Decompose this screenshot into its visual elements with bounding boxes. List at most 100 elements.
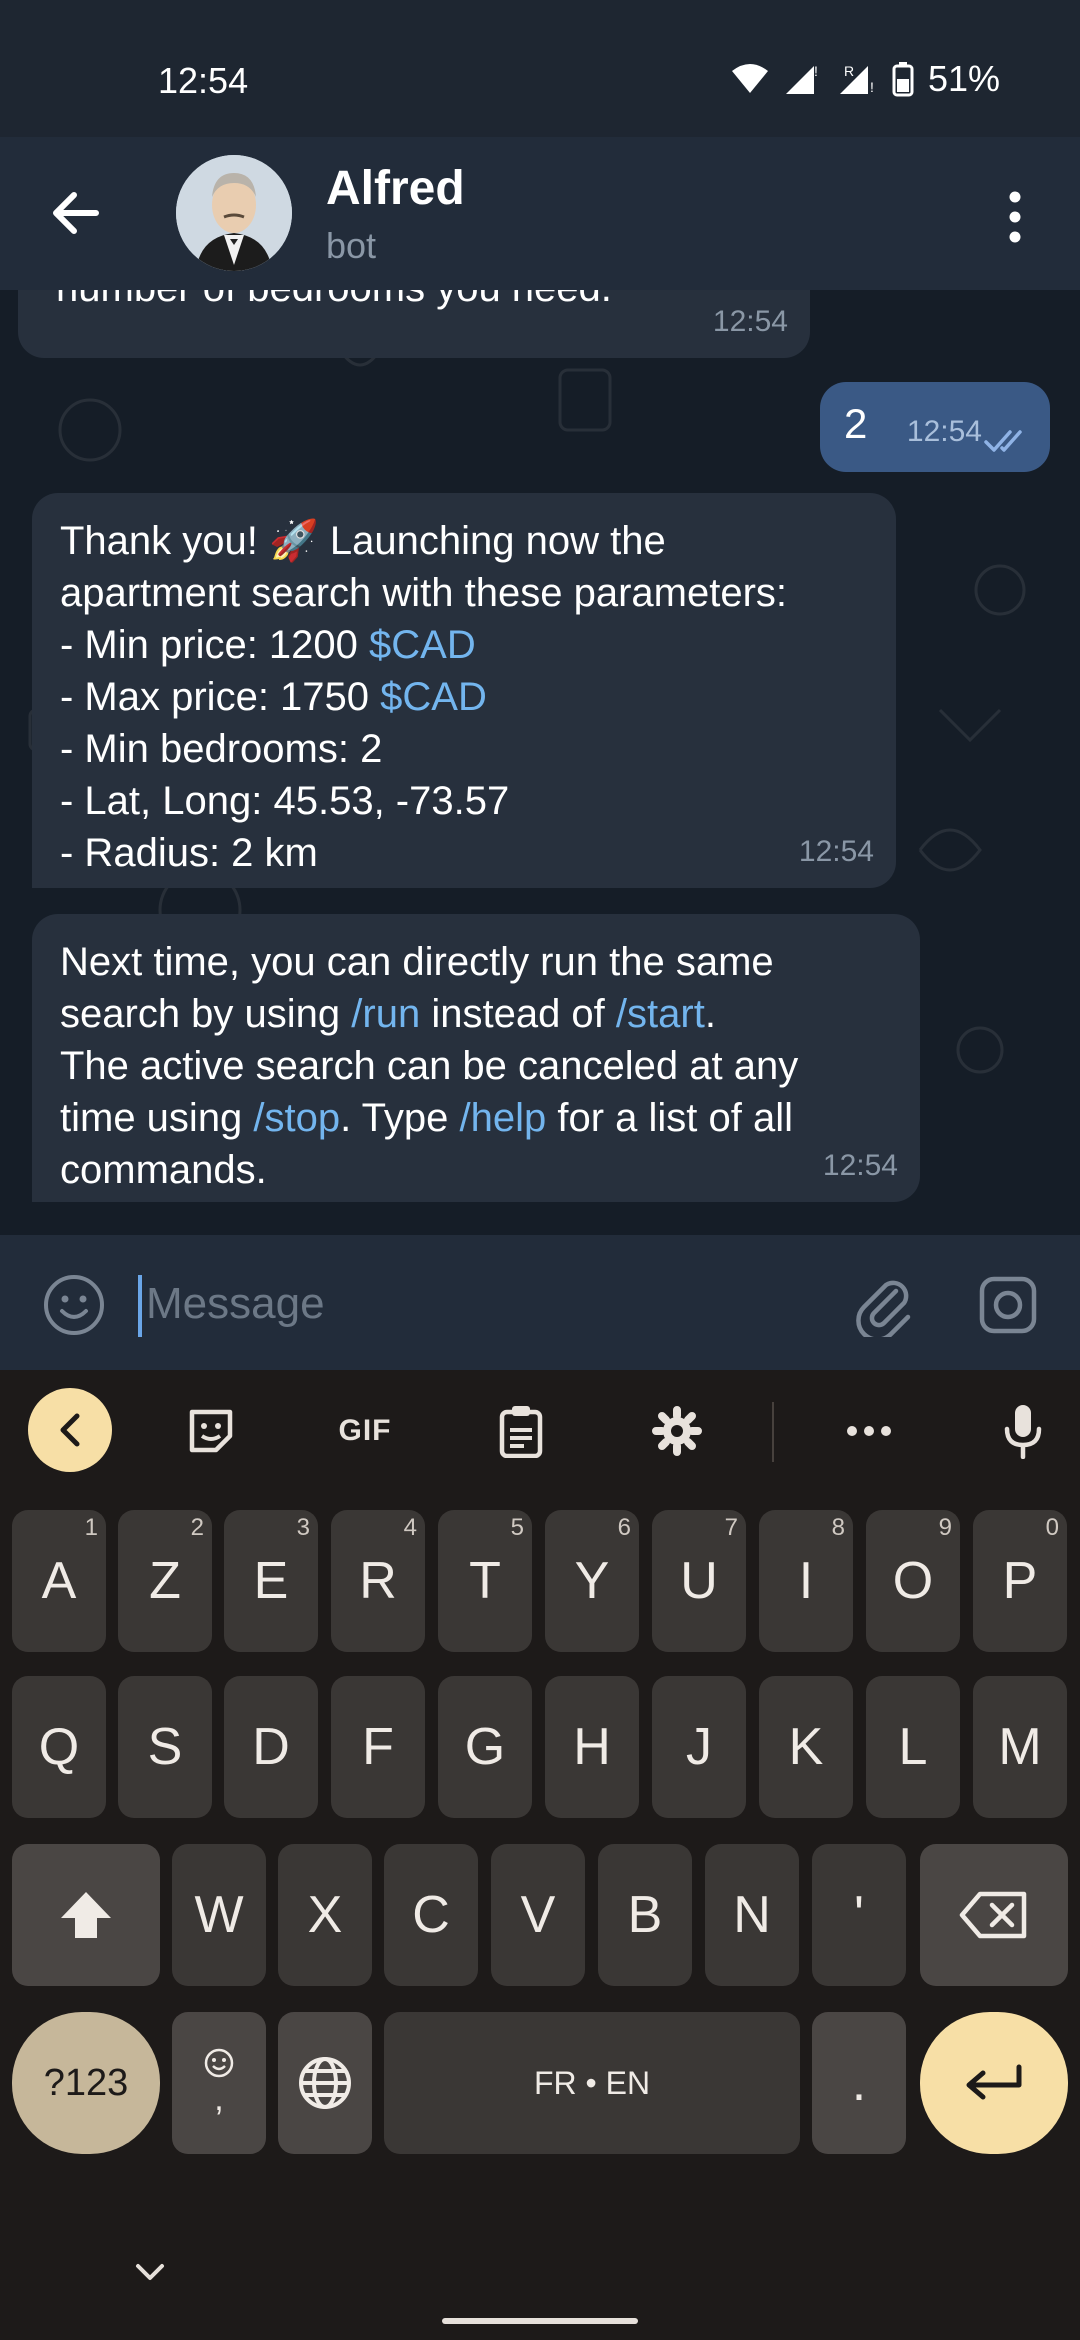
more-vert-icon[interactable] — [990, 187, 1040, 247]
message-line: - Radius: 2 km — [60, 831, 318, 875]
avatar[interactable] — [176, 155, 292, 271]
message-line: - Lat, Long: 45.53, -73.57 — [60, 779, 510, 823]
battery-icon — [892, 62, 914, 97]
key-b[interactable]: B — [598, 1844, 692, 1986]
message-time: 12:54 — [822, 1149, 898, 1182]
message-list[interactable]: number of bedrooms you need. 12:54 2 12:… — [0, 290, 1080, 1235]
message-time: 12:54 — [712, 305, 788, 338]
text-caret — [138, 1275, 142, 1337]
symbols-key[interactable]: ?123 — [12, 2012, 160, 2154]
message-text: number of bedrooms you need. — [56, 290, 612, 314]
message-incoming[interactable]: Next time, you can directly run the same… — [32, 914, 920, 1202]
currency-link[interactable]: $CAD — [380, 675, 487, 719]
key-t[interactable]: T5 — [438, 1510, 532, 1652]
key-f[interactable]: F — [331, 1676, 425, 1818]
key-hint: 4 — [403, 1514, 417, 1541]
key-z[interactable]: Z2 — [118, 1510, 212, 1652]
key-j[interactable]: J — [652, 1676, 746, 1818]
voice-input-button[interactable] — [988, 1398, 1058, 1464]
message-line-text: instead of — [420, 992, 616, 1036]
more-horiz-icon — [847, 1426, 891, 1436]
key-h[interactable]: H — [545, 1676, 639, 1818]
key-q[interactable]: Q — [12, 1676, 106, 1818]
emoji-comma-key[interactable]: , — [172, 2012, 266, 2154]
command-start-link[interactable]: /start — [616, 992, 705, 1036]
key-x[interactable]: X — [278, 1844, 372, 1986]
message-text: 2 — [844, 400, 868, 447]
message-outgoing[interactable]: 2 12:54 — [820, 382, 1050, 472]
key-y[interactable]: Y6 — [545, 1510, 639, 1652]
key-r[interactable]: R4 — [331, 1510, 425, 1652]
chat-header: Alfred bot — [0, 137, 1080, 290]
command-help-link[interactable]: /help — [459, 1096, 546, 1140]
clipboard-button[interactable] — [486, 1398, 556, 1464]
key-o[interactable]: O9 — [866, 1510, 960, 1652]
key-n[interactable]: N — [705, 1844, 799, 1986]
key-d[interactable]: D — [224, 1676, 318, 1818]
key-k[interactable]: K — [759, 1676, 853, 1818]
soft-keyboard: GIF A1 Z2 E3 R4 T5 Y6 U7 I8 O9 P0 Q S D … — [0, 1370, 1080, 2340]
back-arrow-icon[interactable] — [46, 183, 106, 243]
message-input[interactable]: Message — [146, 1279, 325, 1329]
period-key[interactable]: . — [812, 2012, 906, 2154]
telegram-chat-screen: 12:54 ! R! 51% Alfred bot 12:54 2 12:54 … — [0, 0, 1080, 2340]
shift-key[interactable] — [12, 1844, 160, 1986]
key-hint: 3 — [296, 1514, 310, 1541]
key-p[interactable]: P0 — [973, 1510, 1067, 1652]
globe-icon — [299, 2057, 351, 2109]
message-line: apartment search with these parameters: — [60, 571, 788, 615]
message-incoming[interactable]: number of bedrooms you need. 12:54 — [18, 290, 810, 358]
svg-text:!: ! — [870, 79, 874, 95]
gear-icon — [652, 1406, 702, 1456]
key-i[interactable]: I8 — [759, 1510, 853, 1652]
toolbar-divider — [772, 1402, 774, 1462]
message-line-text: time using — [60, 1096, 254, 1140]
key-label: I — [798, 1552, 814, 1610]
message-line: Next time, you can directly run the same — [60, 940, 774, 984]
backspace-key[interactable] — [920, 1844, 1068, 1986]
key-hint: 9 — [938, 1514, 952, 1541]
space-key[interactable]: FR • EN — [384, 2012, 800, 2154]
key-l[interactable]: L — [866, 1676, 960, 1818]
key-v[interactable]: V — [491, 1844, 585, 1986]
microphone-icon — [1004, 1405, 1042, 1459]
message-incoming[interactable]: Thank you! 🚀 Launching now the apartment… — [32, 493, 896, 888]
attach-icon[interactable] — [850, 1271, 916, 1337]
wifi-icon — [731, 64, 768, 93]
key-s[interactable]: S — [118, 1676, 212, 1818]
message-line: commands. — [60, 1148, 267, 1192]
key-hint: 2 — [190, 1514, 204, 1541]
key-c[interactable]: C — [384, 1844, 478, 1986]
key-a[interactable]: A1 — [12, 1510, 106, 1652]
enter-key[interactable] — [920, 2012, 1068, 2154]
key-w[interactable]: W — [172, 1844, 266, 1986]
language-key[interactable] — [278, 2012, 372, 2154]
key-e[interactable]: E3 — [224, 1510, 318, 1652]
more-options-button[interactable] — [834, 1398, 904, 1464]
command-stop-link[interactable]: /stop — [253, 1096, 340, 1140]
settings-button[interactable] — [642, 1398, 712, 1464]
command-run-link[interactable]: /run — [351, 992, 420, 1036]
key-apostrophe[interactable]: ' — [812, 1844, 906, 1986]
key-g[interactable]: G — [438, 1676, 532, 1818]
key-u[interactable]: U7 — [652, 1510, 746, 1652]
key-label: Y — [574, 1552, 610, 1610]
key-label: Z — [149, 1552, 181, 1610]
signal-roaming-icon: R! — [839, 63, 874, 95]
key-hint: 5 — [510, 1514, 524, 1541]
keyboard-hide-chevron-icon[interactable] — [130, 2258, 170, 2288]
camera-icon[interactable] — [976, 1273, 1040, 1337]
message-line: - Max price: 1750 $CAD — [60, 671, 868, 723]
emoji-icon[interactable] — [42, 1273, 106, 1337]
message-line-text: - Max price: 1750 — [60, 675, 381, 719]
toolbar-collapse-button[interactable] — [28, 1388, 112, 1472]
currency-link[interactable]: $CAD — [369, 623, 476, 667]
enter-icon — [966, 2064, 1022, 2100]
gesture-nav-handle[interactable] — [442, 2318, 638, 2324]
sticker-button[interactable] — [176, 1398, 246, 1464]
battery-percent: 51% — [927, 58, 1000, 99]
gif-button[interactable]: GIF — [330, 1398, 400, 1464]
message-line: search by using /run instead of /start. — [60, 988, 892, 1040]
key-m[interactable]: M — [973, 1676, 1067, 1818]
keyboard-toolbar: GIF — [0, 1370, 1080, 1492]
